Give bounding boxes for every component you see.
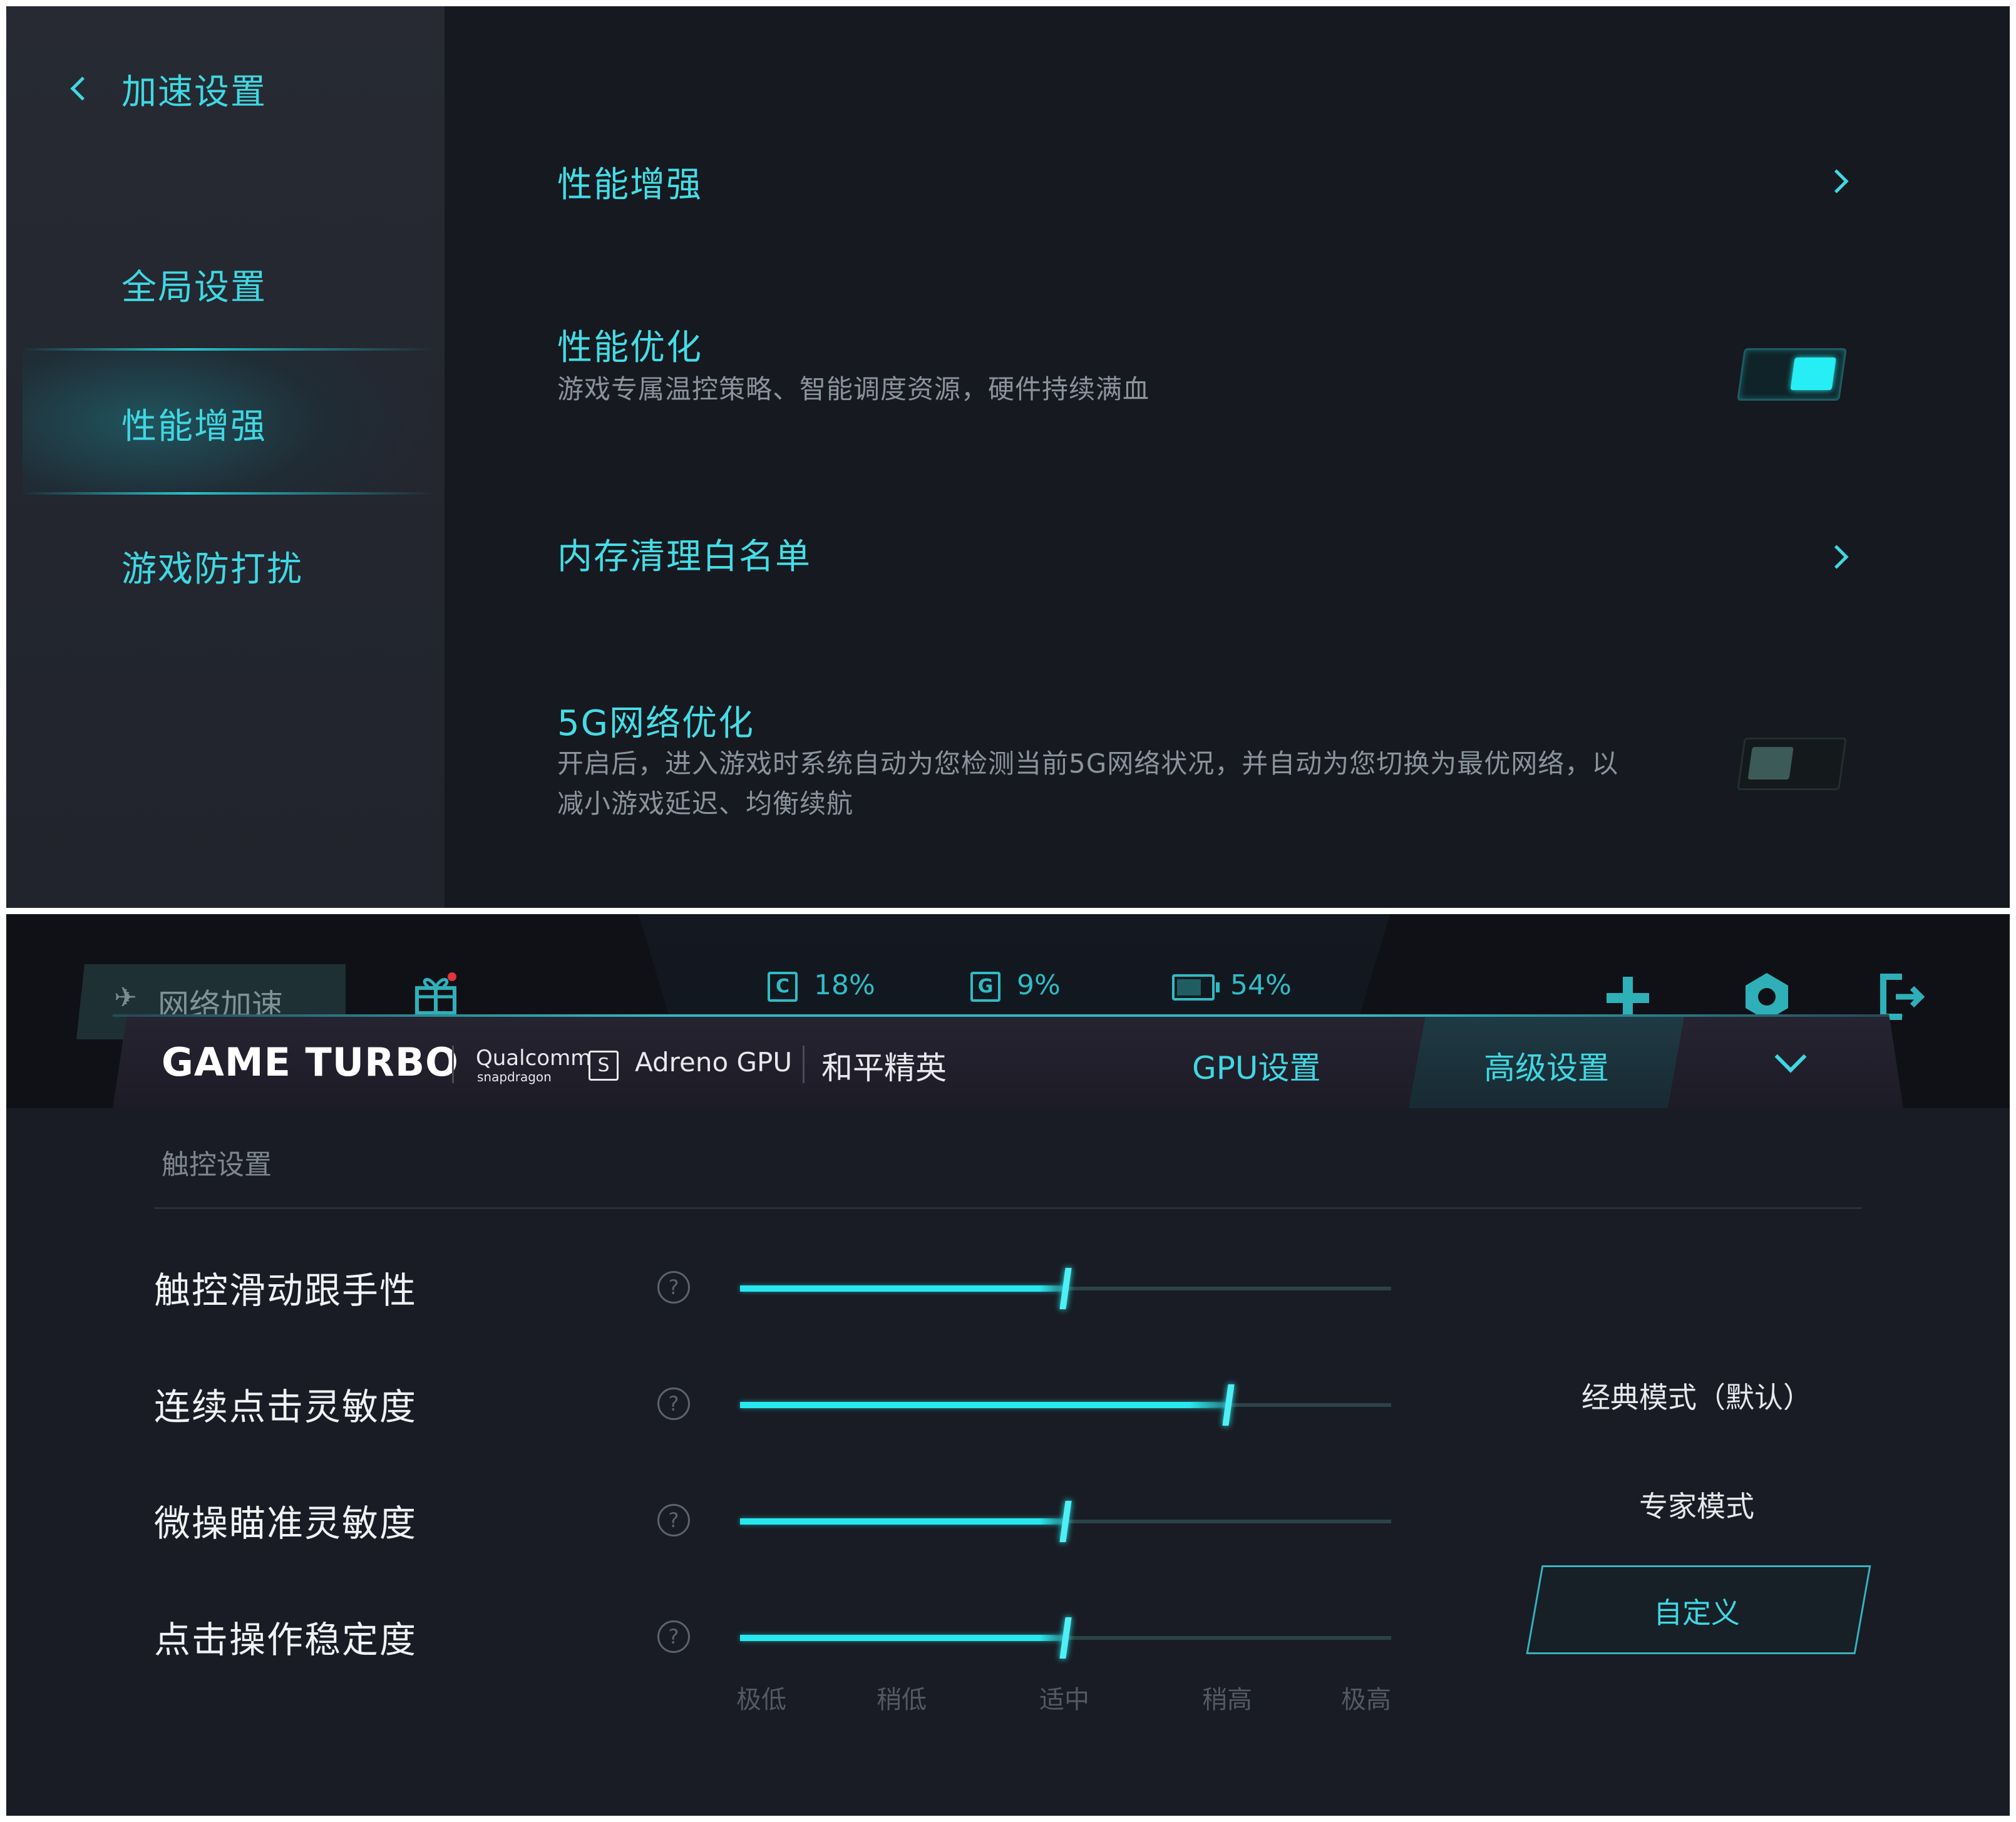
slider-track[interactable] <box>740 1384 1391 1426</box>
tab-gpu-settings[interactable]: GPU设置 <box>1192 1043 1321 1088</box>
game-turbo-panel: ✈ 网络加速 C 18% G 9% 54% GAME TURBO Qualcom… <box>6 914 2010 1816</box>
slider-fill <box>740 1635 1066 1641</box>
mode-custom-label: 自定义 <box>1653 1596 1740 1630</box>
snapdragon-icon: S <box>589 1051 619 1081</box>
cpu-usage: 18% <box>814 969 875 1001</box>
setting-row: 触控滑动跟手性 ? <box>6 1252 1446 1327</box>
toggle-knob <box>1790 358 1836 390</box>
back-button[interactable]: 加速设置 <box>69 60 307 116</box>
row-title: 内存清理白名单 <box>557 537 811 577</box>
sidebar-item-do-not-disturb[interactable]: 游戏防打扰 <box>6 526 445 614</box>
slider-fill <box>740 1518 1066 1525</box>
mode-expert[interactable]: 专家模式 <box>1528 1484 1866 1525</box>
gift-icon[interactable] <box>413 972 458 1016</box>
sidebar-item-performance[interactable]: 性能增强 <box>23 348 436 495</box>
setting-label: 连续点击灵敏度 <box>154 1386 418 1428</box>
chevron-right-icon <box>1824 545 1849 569</box>
snapdragon-logo: snapdragon <box>477 1069 552 1084</box>
setting-row: 点击操作稳定度 ? <box>6 1602 1446 1677</box>
setting-row: 连续点击灵敏度 ? <box>6 1369 1446 1444</box>
scale-label-high: 稍高 <box>1202 1686 1252 1714</box>
sidebar: 加速设置 全局设置 性能增强 游戏防打扰 <box>6 6 445 908</box>
qualcomm-logo: Qualcomm <box>476 1046 592 1071</box>
mode-classic[interactable]: 经典模式（默认） <box>1528 1375 1866 1416</box>
row-title: 性能增强 <box>557 165 702 205</box>
sidebar-item-label: 全局设置 <box>121 267 267 308</box>
row-description-line1: 开启后，进入游戏时系统自动为您检测当前5G网络状况，并自动为您切换为最优网络，以 <box>557 748 1619 779</box>
performance-optimize-toggle[interactable] <box>1737 348 1847 401</box>
setting-label: 微操瞄准灵敏度 <box>154 1502 418 1545</box>
row-5g-optimize: 5G网络优化 开启后，进入游戏时系统自动为您检测当前5G网络状况，并自动为您切换… <box>557 676 1859 839</box>
5g-optimize-toggle[interactable] <box>1737 738 1847 790</box>
help-icon[interactable]: ? <box>657 1620 690 1653</box>
gpu-icon: G <box>970 972 1000 1002</box>
cpu-icon: C <box>768 972 798 1002</box>
gpu-name: Adreno GPU <box>635 1047 793 1078</box>
slider-fill <box>740 1285 1066 1292</box>
row-description-line2: 减小游戏延迟、均衡续航 <box>557 788 854 819</box>
rocket-icon: ✈ <box>114 982 137 1014</box>
header-top-line <box>113 1014 1903 1017</box>
slider-track[interactable] <box>740 1617 1391 1659</box>
slider-track[interactable] <box>740 1268 1391 1309</box>
help-icon[interactable]: ? <box>657 1504 690 1536</box>
top-settings-panel: 加速设置 全局设置 性能增强 游戏防打扰 性能增强 性能优化 游戏专属温控策略、… <box>6 6 2010 908</box>
header-separator <box>803 1046 805 1083</box>
sidebar-item-label: 性能增强 <box>121 406 267 447</box>
battery-icon <box>1172 974 1220 1001</box>
row-memory-whitelist[interactable]: 内存清理白名单 <box>557 507 1859 595</box>
help-icon[interactable]: ? <box>657 1387 690 1420</box>
row-performance-optimize: 性能优化 游戏专属温控策略、智能调度资源，硬件持续满血 <box>557 307 1859 432</box>
back-label: 加速设置 <box>121 72 267 113</box>
game-name: 和平精英 <box>821 1050 947 1086</box>
chevron-right-icon <box>1824 169 1849 193</box>
scale-label-medium: 适中 <box>1039 1686 1089 1714</box>
setting-label: 点击操作稳定度 <box>154 1619 418 1661</box>
setting-label: 触控滑动跟手性 <box>154 1269 418 1312</box>
brand-logo: GAME TURBO <box>162 1039 459 1085</box>
chevron-left-icon <box>70 76 95 101</box>
help-icon[interactable]: ? <box>657 1271 690 1304</box>
row-description: 游戏专属温控策略、智能调度资源，硬件持续满血 <box>557 374 1150 404</box>
gpu-usage: 9% <box>1017 969 1061 1001</box>
sidebar-item-label: 游戏防打扰 <box>121 549 303 590</box>
slider-fill <box>740 1402 1228 1408</box>
scale-label-low: 稍低 <box>877 1686 927 1714</box>
sidebar-item-global[interactable]: 全局设置 <box>6 238 445 326</box>
scale-label-very-high: 极高 <box>1341 1686 1391 1714</box>
row-title: 5G网络优化 <box>557 703 755 744</box>
section-title: 触控设置 <box>162 1149 272 1181</box>
header-separator <box>452 1046 454 1083</box>
setting-row: 微操瞄准灵敏度 ? <box>6 1485 1446 1560</box>
toggle-knob <box>1747 747 1794 780</box>
row-performance-boost[interactable]: 性能增强 <box>557 131 1859 219</box>
tab-advanced-settings[interactable]: 高级设置 <box>1484 1043 1609 1088</box>
scale-label-very-low: 极低 <box>736 1686 786 1714</box>
slider-track[interactable] <box>740 1501 1391 1542</box>
section-divider <box>154 1207 1862 1209</box>
row-title: 性能优化 <box>557 327 702 368</box>
battery-level: 54% <box>1230 969 1292 1001</box>
